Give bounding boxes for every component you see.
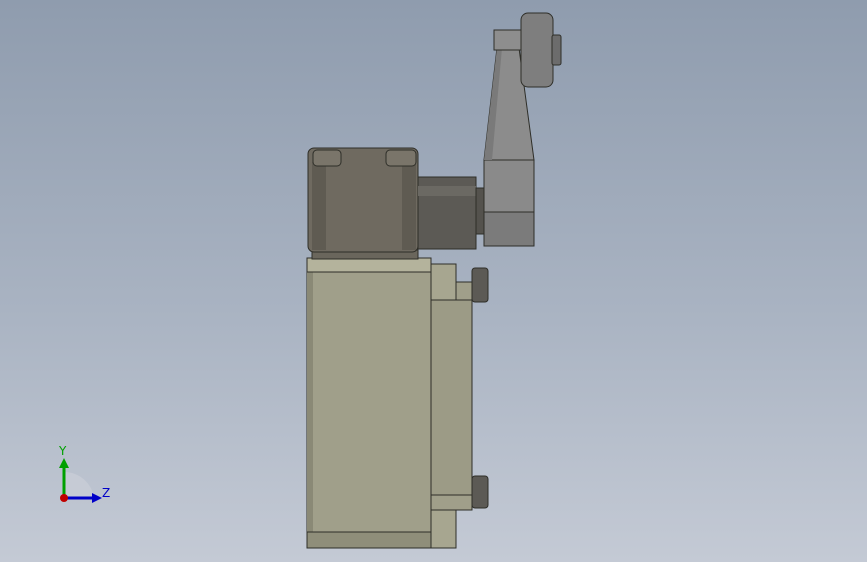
- cad-viewport[interactable]: Y Z: [0, 0, 867, 562]
- body-main: [306, 257, 432, 549]
- body-lower-step-2: [430, 509, 457, 549]
- head-top-left-tab: [312, 149, 342, 167]
- roller-wheel: [520, 12, 554, 88]
- body-left-shade: [307, 258, 313, 548]
- head-left-face: [312, 162, 326, 250]
- x-axis-dot: [60, 494, 68, 502]
- y-axis-label: Y: [58, 444, 67, 458]
- lever-top: [493, 29, 523, 51]
- triad-arc: [64, 471, 94, 498]
- head-right-face: [402, 162, 416, 250]
- upper-screw[interactable]: [471, 267, 489, 303]
- body-bottom-cap: [306, 531, 432, 549]
- body-upper-step: [430, 263, 457, 301]
- body-top-cap: [306, 257, 432, 273]
- operating-head[interactable]: [307, 147, 419, 260]
- y-axis-arrow: [59, 458, 69, 468]
- switch-body[interactable]: [306, 257, 489, 549]
- head-top-right-tab: [385, 149, 417, 167]
- body-lower-step: [430, 494, 473, 511]
- orientation-triad: Y Z: [58, 444, 110, 503]
- z-axis-label: Z: [102, 486, 110, 500]
- z-axis-arrow: [92, 493, 102, 503]
- shaft-highlight: [418, 186, 476, 196]
- body-side-plate: [430, 299, 473, 496]
- roller[interactable]: [520, 12, 562, 88]
- body-upper-step-2: [455, 281, 473, 301]
- lower-screw[interactable]: [471, 475, 489, 509]
- lever-hub-front: [483, 211, 535, 247]
- roller-axle: [551, 34, 562, 66]
- limit-switch-model[interactable]: [0, 0, 867, 562]
- actuator-shaft[interactable]: [417, 176, 487, 250]
